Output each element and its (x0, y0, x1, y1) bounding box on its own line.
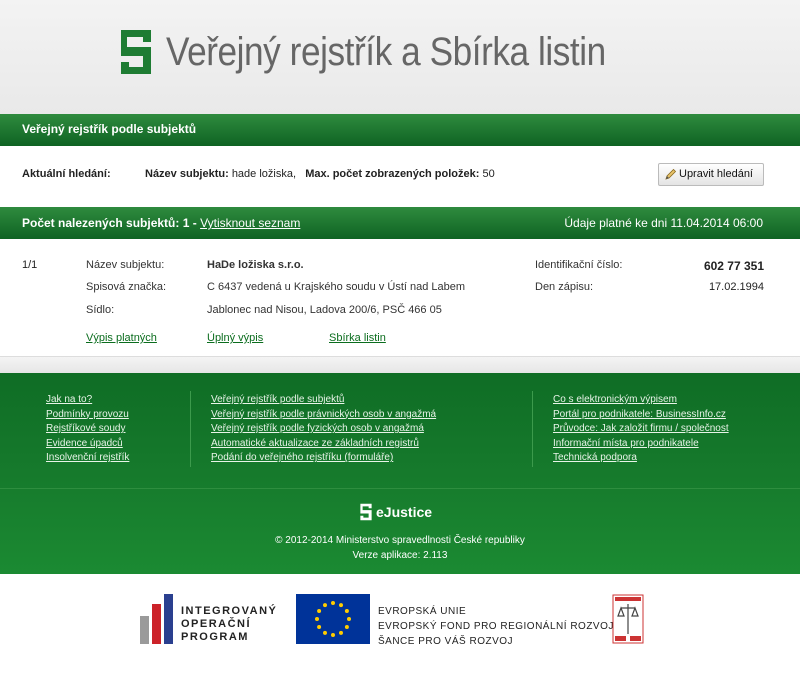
site-title: Veřejný rejstřík a Sbírka listin (166, 30, 606, 74)
footer-link[interactable]: Co s elektronickým výpisem (553, 393, 729, 408)
ejustice-logo[interactable]: eJustice (358, 503, 432, 521)
footer-link[interactable]: Evidence úpadců (46, 437, 129, 452)
ministry-emblem-icon (612, 594, 644, 644)
edit-search-button[interactable]: Upravit hledání (658, 163, 764, 186)
pencil-icon (665, 168, 677, 180)
footer-link[interactable]: Insolvenční rejstřík (46, 451, 129, 466)
result-position: 1/1 (22, 259, 38, 271)
footer-column-help: Jak na to? Podmínky provozu Rejstříkové … (46, 393, 129, 466)
max-criteria-value: 50 (482, 168, 495, 180)
name-criteria-label: Název subjektu: (145, 168, 229, 180)
footer-link[interactable]: Technická podpora (553, 451, 729, 466)
iop-logo: INTEGROVANÝ OPERAČNÍ PROGRAM (140, 594, 277, 644)
registration-date-label: Den zápisu: (535, 281, 594, 293)
results-count-area: Počet nalezených subjektů: 1 - Vytisknou… (22, 207, 300, 239)
footer-divider (532, 391, 533, 467)
iop-bars-icon (140, 594, 173, 644)
valid-extract-link[interactable]: Výpis platných (86, 332, 157, 344)
footer-column-registry: Veřejný rejstřík podle subjektů Veřejný … (211, 393, 436, 466)
app-version: Verze aplikace: 2.113 (352, 550, 448, 561)
footer: Jak na to? Podmínky provozu Rejstříkové … (0, 373, 800, 574)
partner-logos: INTEGROVANÝ OPERAČNÍ PROGRAM EVROPSKÁ UN… (0, 574, 800, 675)
eu-star (347, 617, 351, 621)
file-number-value: C 6437 vedená u Krajského soudu v Ústí n… (207, 281, 466, 293)
ejustice-icon (360, 503, 372, 521)
eu-star (315, 617, 319, 621)
eu-text: EVROPSKÁ UNIE EVROPSKÝ FOND PRO REGIONÁL… (378, 604, 614, 649)
eu-star (339, 630, 343, 635)
footer-link[interactable]: Informační místa pro podnikatele (553, 437, 729, 452)
result-row: 1/1 Název subjektu: HaDe ložiska s.r.o. … (0, 239, 800, 357)
full-extract-link[interactable]: Úplný výpis (207, 332, 263, 344)
footer-link[interactable]: Podání do veřejného rejstříku (formuláře… (211, 451, 436, 466)
footer-link[interactable]: Podmínky provozu (46, 408, 129, 423)
header: Veřejný rejstřík a Sbírka listin (0, 0, 800, 114)
eu-line: EVROPSKÝ FOND PRO REGIONÁLNÍ ROZVOJ (378, 621, 614, 632)
footer-link[interactable]: Veřejný rejstřík podle právnických osob … (211, 408, 436, 423)
seat-value: Jablonec nad Nisou, Ladova 200/6, PSČ 46… (207, 304, 442, 316)
ejustice-label: eJustice (376, 504, 433, 520)
results-bar: Počet nalezených subjektů: 1 - Vytisknou… (0, 207, 800, 239)
file-number-label: Spisová značka: (86, 281, 167, 293)
footer-rule (0, 488, 800, 489)
footer-column-business: Co s elektronickým výpisem Portál pro po… (553, 393, 729, 466)
registration-date-value: 17.02.1994 (708, 281, 764, 293)
eu-flag-icon (296, 594, 370, 644)
id-number-label: Identifikační číslo: (535, 259, 623, 271)
eu-line: ŠANCE PRO VÁŠ ROZVOJ (378, 636, 514, 647)
eu-line: EVROPSKÁ UNIE (378, 606, 467, 617)
search-criteria: Název subjektu: hade ložiska, Max. počet… (145, 168, 495, 180)
max-criteria-label: Max. počet zobrazených položek: (305, 168, 480, 180)
eu-star (323, 630, 327, 635)
eu-star (344, 609, 349, 613)
name-criteria-value: hade ložiska, (231, 168, 297, 180)
copyright: © 2012-2014 Ministerstvo spravedlnosti Č… (275, 535, 525, 546)
site-logo-icon[interactable] (115, 28, 157, 76)
print-list-link[interactable]: Vytisknout seznam (200, 216, 300, 230)
results-count: Počet nalezených subjektů: 1 (22, 216, 190, 230)
footer-link[interactable]: Rejstříkové soudy (46, 422, 129, 437)
separator: - (192, 216, 197, 230)
subject-name-value: HaDe ložiska s.r.o. (207, 259, 304, 271)
eu-star (323, 603, 327, 608)
eu-star (317, 609, 322, 613)
footer-link[interactable]: Jak na to? (46, 393, 129, 408)
footer-link[interactable]: Veřejný rejstřík podle subjektů (211, 393, 436, 408)
edit-search-label: Upravit hledání (679, 168, 753, 180)
footer-link[interactable]: Průvodce: Jak založit firmu / společnost (553, 422, 729, 437)
eu-star (331, 601, 335, 605)
iop-text: INTEGROVANÝ OPERAČNÍ PROGRAM (181, 605, 278, 643)
subject-name-label: Název subjektu: (86, 259, 165, 271)
eu-star (344, 625, 349, 629)
divider (0, 357, 800, 373)
footer-link[interactable]: Veřejný rejstřík podle fyzických osob v … (211, 422, 436, 437)
footer-divider (190, 391, 191, 467)
seat-label: Sídlo: (86, 304, 115, 316)
eu-star (317, 625, 322, 629)
footer-link[interactable]: Automatické aktualizace ze základních re… (211, 437, 436, 452)
footer-link[interactable]: Portál pro podnikatele: BusinessInfo.cz (553, 408, 729, 423)
data-valid-date: Údaje platné ke dni 11.04.2014 06:00 (564, 216, 763, 230)
current-search: Aktuální hledání: Název subjektu: hade l… (0, 146, 800, 207)
current-search-label: Aktuální hledání: (22, 168, 111, 180)
id-number-value: 602 77 351 (703, 259, 764, 273)
document-collection-link[interactable]: Sbírka listin (329, 332, 386, 344)
section-title: Veřejný rejstřík podle subjektů (0, 114, 800, 146)
eu-star (339, 603, 343, 608)
eu-star (331, 633, 335, 637)
